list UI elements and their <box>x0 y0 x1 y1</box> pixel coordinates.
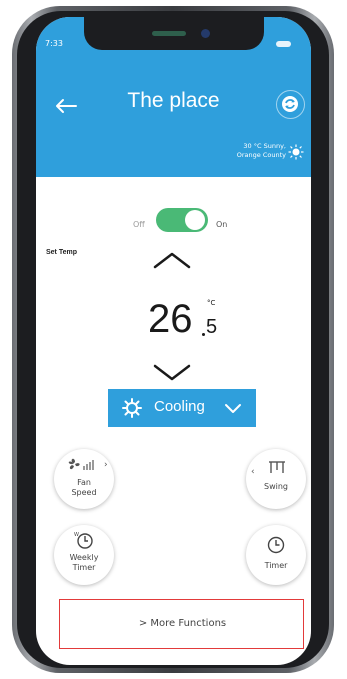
app-screen: 7:33 The place 30 °C Sunny, Orange Count… <box>36 17 311 665</box>
svg-text:W: W <box>74 532 79 538</box>
clock-icon <box>267 536 285 554</box>
temp-value-decimal: 5 <box>206 316 218 338</box>
status-time: 7:33 <box>45 39 63 48</box>
swing-label: Swing <box>264 482 288 491</box>
fan-icon <box>68 458 94 470</box>
weather-line-1: 30 °C Sunny, <box>243 142 286 150</box>
chevron-left-icon: ‹ <box>251 467 255 477</box>
timer-label: Timer <box>264 561 288 570</box>
refresh-icon <box>282 96 298 112</box>
phone-notch <box>84 17 264 50</box>
app-header: 7:33 The place 30 °C Sunny, Orange Count… <box>36 17 311 177</box>
weekly-label-line-2: Timer <box>72 563 96 572</box>
weekly-label-line-1: Weekly <box>69 553 99 562</box>
weather-line-2: Orange County <box>236 151 286 159</box>
page-title: The place <box>127 89 220 112</box>
front-camera <box>201 29 210 38</box>
speaker-grille <box>152 31 186 36</box>
fan-speed-button[interactable]: › Fan Speed <box>54 449 114 509</box>
toggle-knob <box>185 210 205 230</box>
mode-label: Cooling <box>154 398 205 415</box>
fan-label-line-2: Speed <box>71 488 97 497</box>
swing-icon <box>269 461 285 473</box>
refresh-button[interactable] <box>276 90 305 119</box>
power-row: Off On <box>36 205 311 233</box>
more-functions-button[interactable]: > More Functions <box>59 599 304 649</box>
battery-icon <box>276 41 291 47</box>
temperature-display: 26 °C 5 <box>36 295 311 355</box>
more-functions-label: > More Functions <box>138 618 227 629</box>
timer-button[interactable]: Timer <box>246 525 306 585</box>
back-button[interactable] <box>54 97 78 115</box>
fan-label-line-1: Fan <box>77 478 91 487</box>
weekly-timer-button[interactable]: W Weekly Timer <box>54 525 114 585</box>
temp-down-button[interactable] <box>151 362 193 382</box>
power-on-label: On <box>216 220 228 229</box>
sun-icon <box>288 144 304 160</box>
weather-info: 30 °C Sunny, Orange County <box>186 142 286 160</box>
back-arrow-icon <box>56 99 77 113</box>
swing-button[interactable]: ‹ Swing <box>246 449 306 509</box>
snowflake-icon <box>122 398 142 418</box>
weekly-timer-icon: W <box>74 532 93 549</box>
set-temp-label: Set Temp <box>46 249 77 256</box>
temp-value-integer: 26 <box>148 297 193 341</box>
chevron-down-icon <box>225 404 241 413</box>
temp-unit: °C <box>207 299 216 307</box>
mode-dropdown[interactable]: Cooling <box>108 389 256 427</box>
power-off-label: Off <box>133 220 145 229</box>
temp-up-button[interactable] <box>151 250 193 270</box>
fan-speed-label: Fan Speed <box>54 478 114 498</box>
weekly-timer-label: Weekly Timer <box>54 553 114 573</box>
chevron-right-icon: › <box>104 460 108 470</box>
temp-decimal-point <box>202 333 205 336</box>
power-toggle[interactable] <box>156 208 208 232</box>
